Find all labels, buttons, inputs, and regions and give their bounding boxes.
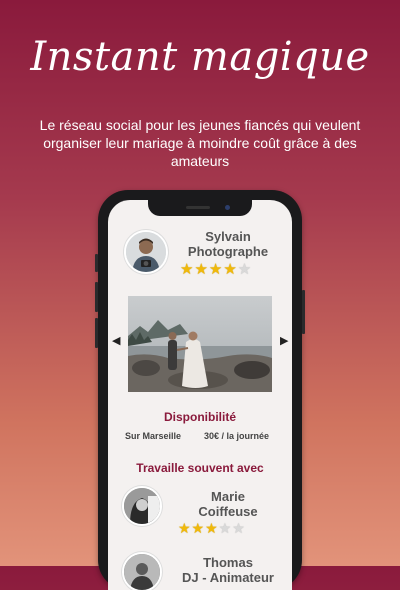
chevron-left-icon[interactable]: ◀ <box>112 334 120 347</box>
availability-title: Disponibilité <box>164 410 236 424</box>
collaborator-role: Coiffeuse <box>198 504 258 519</box>
star-empty-icon: ★ <box>237 261 253 278</box>
star-filled-icon: ★★★ <box>178 520 219 536</box>
collaborator-name: Marie <box>211 489 245 504</box>
profile-avatar[interactable] <box>124 230 168 274</box>
collaborator-avatar[interactable] <box>122 486 162 526</box>
star-filled-icon: ★★★★ <box>180 261 238 278</box>
collaborator-name: Thomas <box>203 555 253 570</box>
portfolio-photo[interactable] <box>128 296 272 392</box>
phone-mockup: Sylvain Photographe ★★★★★ ◀ ▶ Disponibil… <box>95 190 305 590</box>
profile-name: Sylvain <box>205 229 251 244</box>
availability-price: 30€ / la journée <box>204 431 270 441</box>
availability-location: Sur Marseille <box>125 431 182 441</box>
profile-role: Photographe <box>187 244 269 259</box>
works-with-title: Travaille souvent avec <box>136 461 264 475</box>
star-empty-icon: ★★ <box>218 520 246 536</box>
collaborator-rating: ★★★★★ <box>178 520 246 537</box>
phone-screen: Sylvain Photographe ★★★★★ ◀ ▶ Disponibil… <box>108 200 292 590</box>
app-tagline: Le réseau social pour les jeunes fiancés… <box>39 117 361 169</box>
profile-rating: ★★★★★ <box>180 260 252 278</box>
app-title: Instant magique <box>30 34 370 80</box>
phone-notch <box>148 200 252 216</box>
chevron-right-icon[interactable]: ▶ <box>280 334 288 347</box>
collaborator-avatar[interactable] <box>122 552 162 590</box>
collaborator-role: DJ - Animateur <box>182 570 274 585</box>
